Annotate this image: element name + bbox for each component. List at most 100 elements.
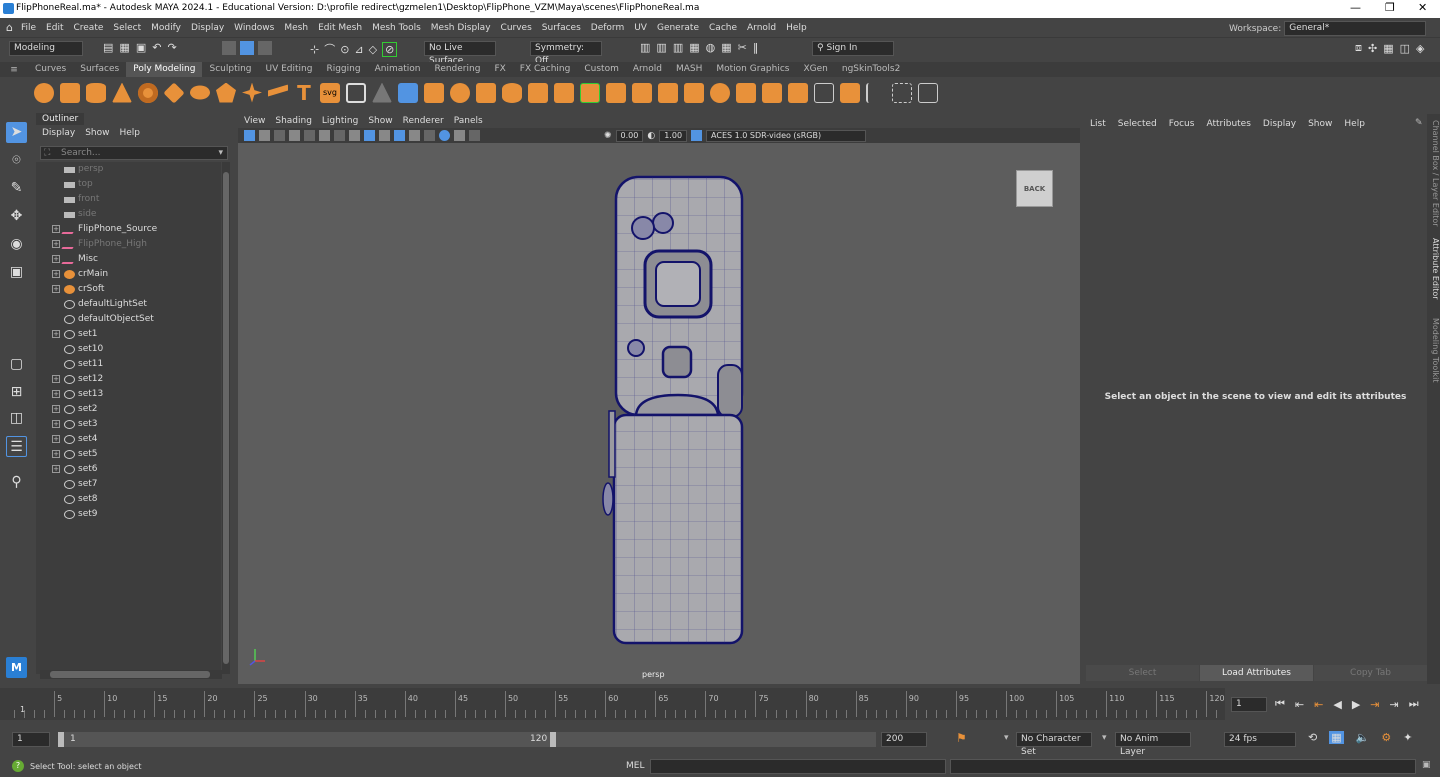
menu-item-surfaces[interactable]: Surfaces (542, 23, 581, 33)
outliner-item[interactable]: side (36, 207, 221, 222)
cylinder-icon[interactable] (86, 82, 106, 103)
outliner-item[interactable]: set10 (36, 342, 221, 357)
new-scene-icon[interactable]: ▤ (103, 41, 113, 54)
expand-icon[interactable]: + (52, 375, 60, 383)
sign-in-button[interactable]: ⚲ Sign In (812, 41, 894, 56)
menu-item-edit[interactable]: Edit (46, 23, 63, 33)
close-icon[interactable]: ✕ (1418, 1, 1427, 14)
menu-item-mesh[interactable]: Mesh (284, 23, 308, 33)
sphere-icon[interactable] (34, 82, 54, 103)
lights-icon[interactable] (394, 130, 405, 141)
pin-icon[interactable]: ✎ (1415, 118, 1423, 128)
super-shape-icon[interactable] (242, 82, 262, 103)
minimize-icon[interactable]: — (1350, 1, 1361, 14)
tab-modeling-toolkit[interactable]: Modeling Toolkit (1427, 318, 1440, 382)
channel-box-toggle-icon[interactable]: ⧈ (1355, 41, 1362, 55)
bridge-icon[interactable] (580, 82, 600, 103)
shelf-tab-curves[interactable]: Curves (28, 62, 73, 77)
attribute-menu-show[interactable]: Show (1308, 119, 1332, 129)
shelf-tab-sculpting[interactable]: Sculpting (202, 62, 258, 77)
transfer-uv-icon[interactable] (398, 82, 418, 103)
attribute-menu-focus[interactable]: Focus (1169, 119, 1195, 129)
outliner-tab[interactable]: Outliner (36, 113, 84, 125)
cone-icon[interactable] (112, 82, 132, 103)
outliner-menu-show[interactable]: Show (85, 128, 109, 138)
viewport-persp[interactable]: BACK persp (238, 143, 1080, 684)
anim-layer-select[interactable]: No Anim Layer (1115, 732, 1191, 757)
xray-icon[interactable] (454, 130, 465, 141)
expand-icon[interactable]: + (52, 240, 60, 248)
preferences-icon[interactable]: ✦ (1403, 731, 1412, 744)
redo-icon[interactable]: ↷ (167, 41, 176, 54)
outliner-menu-help[interactable]: Help (119, 128, 140, 138)
select-tool-icon[interactable]: ➤ (6, 122, 27, 143)
insert-edge-loop-icon[interactable] (814, 82, 834, 103)
four-view-layout-icon[interactable]: ⊞ (6, 382, 27, 403)
paint-select-tool-icon[interactable]: ✎ (6, 178, 27, 199)
expand-icon[interactable]: + (52, 255, 60, 263)
render-settings-icon[interactable]: ▦ (689, 41, 699, 54)
shelf-tab-mash[interactable]: MASH (669, 62, 709, 77)
outliner-item[interactable]: set11 (36, 357, 221, 372)
outliner-item[interactable]: + set12 (36, 372, 221, 387)
extract-icon[interactable] (476, 82, 496, 103)
target-weld-icon[interactable] (736, 82, 756, 103)
fps-select[interactable]: 24 fps (1224, 732, 1296, 747)
shelf-tab-uv-editing[interactable]: UV Editing (259, 62, 320, 77)
outliner-item[interactable]: + FlipPhone_Source (36, 222, 221, 237)
range-slider[interactable]: 1 120 (58, 732, 876, 747)
multi-cut-icon[interactable] (710, 82, 730, 103)
shelf-tab-rendering[interactable]: Rendering (427, 62, 487, 77)
outliner-item[interactable]: top (36, 177, 221, 192)
boolean-icon[interactable] (528, 82, 548, 103)
cube-icon[interactable] (60, 82, 80, 103)
textured-icon[interactable] (379, 130, 390, 141)
colorspace-select[interactable]: ACES 1.0 SDR-video (sRGB) (706, 129, 867, 142)
expand-icon[interactable]: + (52, 390, 60, 398)
go-to-start-icon[interactable]: ⏮ (1275, 697, 1285, 711)
tool-settings-toggle-icon[interactable]: ✣ (1368, 42, 1377, 55)
expand-icon[interactable]: + (52, 405, 60, 413)
search-options-icon[interactable]: ▾ (218, 148, 223, 158)
shelf-tab-rigging[interactable]: Rigging (319, 62, 367, 77)
menu-item-windows[interactable]: Windows (234, 23, 274, 33)
snap-plane-icon[interactable]: ⊿ (354, 43, 363, 56)
outliner-item[interactable]: + set6 (36, 462, 221, 477)
select-camera-icon[interactable] (244, 130, 255, 141)
maya-home-icon[interactable]: M (6, 657, 27, 678)
shelf-menu-icon[interactable]: ≡ (0, 65, 28, 75)
step-back-key-icon[interactable]: ⇤ (1295, 698, 1304, 711)
sound-icon[interactable]: 🔈 (1356, 731, 1370, 744)
search-icon[interactable]: ⚲ (6, 472, 27, 493)
step-forward-key-icon[interactable]: ⇥ (1390, 698, 1399, 711)
shelf-tab-fx[interactable]: FX (487, 62, 512, 77)
expand-icon[interactable]: + (52, 465, 60, 473)
ipr-render-icon[interactable]: ▥ (673, 41, 683, 54)
menu-item-help[interactable]: Help (786, 23, 807, 33)
viewport-menu-show[interactable]: Show (368, 116, 392, 126)
menu-item-curves[interactable]: Curves (501, 23, 532, 33)
time-slider[interactable]: 5 10 15 20 25 30 35 40 45 50 55 60 65 70 75 80 85 90 95 100… (0, 688, 1225, 720)
script-editor-icon[interactable]: ▣ (1422, 760, 1431, 770)
shelf-tab-arnold[interactable]: Arnold (626, 62, 669, 77)
undo-icon[interactable]: ↶ (152, 41, 161, 54)
append-icon[interactable] (658, 82, 678, 103)
crease-icon[interactable] (892, 82, 912, 103)
ambient-occlusion-icon[interactable] (424, 130, 435, 141)
open-scene-icon[interactable]: ▦ (119, 41, 129, 54)
menu-item-deform[interactable]: Deform (591, 23, 624, 33)
isolate-select-icon[interactable] (439, 130, 450, 141)
workspace-select[interactable]: General* (1284, 21, 1427, 36)
expand-icon[interactable]: + (52, 330, 60, 338)
outliner-item[interactable]: + crSoft (36, 282, 221, 297)
select-button[interactable]: Select (1086, 665, 1199, 681)
slide-edge-icon[interactable] (840, 82, 860, 103)
step-back-frame-icon[interactable]: ⇤ (1314, 698, 1323, 711)
shelf-tab-custom[interactable]: Custom (577, 62, 625, 77)
expand-icon[interactable]: + (52, 435, 60, 443)
anim-layer-arrow-icon[interactable]: ▾ (1102, 733, 1107, 743)
fill-hole-icon[interactable] (684, 82, 704, 103)
menu-item-arnold[interactable]: Arnold (747, 23, 776, 33)
viewport-menu-shading[interactable]: Shading (275, 116, 312, 126)
expand-icon[interactable]: + (52, 270, 60, 278)
